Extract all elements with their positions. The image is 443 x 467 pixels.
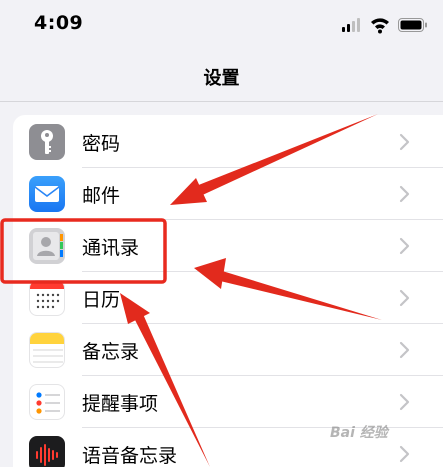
mail-icon (29, 176, 65, 212)
settings-item-contacts[interactable]: 通讯录 (13, 220, 443, 272)
settings-item-label: 备忘录 (82, 341, 140, 363)
settings-item-label: 邮件 (82, 185, 121, 207)
wifi-icon (371, 18, 389, 34)
navigation-bar: 设置 (0, 50, 443, 102)
settings-item-notes[interactable]: 备忘录 (13, 324, 443, 376)
settings-item-label: 日历 (82, 289, 121, 311)
settings-item-label: 密码 (82, 133, 121, 155)
chevron-right-icon (399, 289, 410, 307)
chevron-right-icon (399, 341, 410, 359)
battery-icon (398, 18, 427, 32)
settings-list: 密码 邮件 通讯录 日历 备忘录 提醒事项 语音备忘录 (13, 115, 443, 467)
notes-icon (29, 332, 65, 368)
settings-item-passwords[interactable]: 密码 (13, 116, 443, 168)
cellular-signal-icon (342, 18, 360, 32)
status-icons (342, 18, 427, 34)
settings-item-mail[interactable]: 邮件 (13, 168, 443, 220)
reminders-icon (29, 384, 65, 420)
settings-item-label: 通讯录 (82, 237, 140, 259)
page-title: 设置 (203, 68, 240, 89)
chevron-right-icon (399, 445, 410, 463)
contacts-icon (29, 228, 65, 264)
watermark: Bai 经验 (330, 425, 388, 441)
settings-item-label: 提醒事项 (82, 393, 159, 415)
status-bar: 4:09 (0, 0, 443, 50)
chevron-right-icon (399, 185, 410, 203)
settings-item-calendar[interactable]: 日历 (13, 272, 443, 324)
settings-item-label: 语音备忘录 (82, 445, 178, 467)
calendar-icon (29, 280, 65, 316)
key-icon (29, 124, 65, 160)
chevron-right-icon (399, 393, 410, 411)
chevron-right-icon (399, 133, 410, 151)
settings-item-reminders[interactable]: 提醒事项 (13, 376, 443, 428)
chevron-right-icon (399, 237, 410, 255)
status-time: 4:09 (34, 12, 84, 34)
voice-memos-icon (29, 436, 65, 467)
